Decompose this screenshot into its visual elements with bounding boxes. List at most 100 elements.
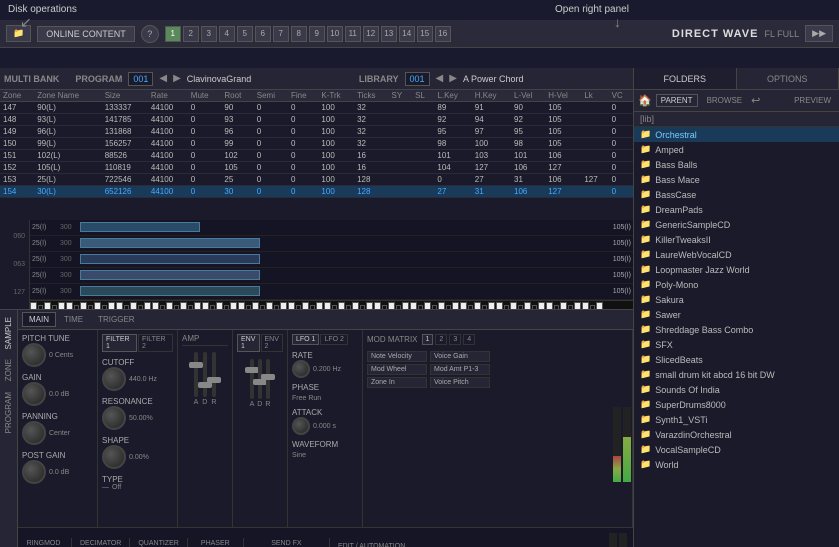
table-row[interactable]: 14790(L)1333374410009000100328991901050 [0, 102, 633, 114]
browser-item[interactable]: 📁Bass Balls [634, 157, 839, 172]
page-1[interactable]: 1 [165, 26, 181, 42]
page-15[interactable]: 15 [417, 26, 433, 42]
piano-key[interactable] [568, 305, 573, 311]
piano-key[interactable] [194, 302, 201, 311]
rp-browse-btn[interactable]: BROWSE [702, 94, 748, 107]
browser-item[interactable]: 📁World [634, 457, 839, 472]
help-button[interactable]: ? [141, 25, 159, 43]
rp-preview-btn[interactable]: PREVIEW [790, 95, 835, 106]
piano-key[interactable] [374, 302, 381, 311]
cutoff-knob[interactable] [102, 367, 126, 391]
prog-prev-arrow[interactable]: ◀ [159, 73, 167, 84]
piano-key[interactable] [560, 302, 567, 311]
table-row[interactable]: 151102(L)8852644100010200100161011031011… [0, 150, 633, 162]
mod-tab-2[interactable]: 2 [435, 334, 447, 345]
browser-item[interactable]: 📁Sounds Of India [634, 382, 839, 397]
side-tab-program[interactable]: PROGRAM [2, 389, 15, 436]
pitch-tune-knob[interactable] [22, 343, 46, 367]
prog-next-arrow[interactable]: ▶ [173, 73, 181, 84]
piano-key[interactable] [66, 302, 73, 311]
mod-dest-1[interactable]: Voice Gain [430, 351, 490, 362]
filter2-tab[interactable]: FILTER 2 [138, 334, 173, 352]
program-number[interactable]: 001 [128, 72, 153, 86]
browser-item[interactable]: 📁SlicedBeats [634, 352, 839, 367]
piano-key[interactable] [238, 302, 245, 311]
piano-key[interactable] [280, 302, 287, 311]
piano-key[interactable] [424, 302, 431, 311]
piano-key[interactable] [518, 305, 523, 311]
piano-key[interactable] [310, 305, 315, 311]
lib-prev-arrow[interactable]: ◀ [436, 73, 444, 84]
piano-key[interactable] [574, 302, 581, 311]
page-10[interactable]: 10 [327, 26, 343, 42]
piano-key[interactable] [474, 302, 481, 311]
mod-source-1[interactable]: Note Velocity [367, 351, 427, 362]
piano-key[interactable] [288, 302, 295, 311]
piano-key[interactable] [88, 305, 93, 311]
piano-key[interactable] [246, 305, 251, 311]
piano-key[interactable] [596, 302, 603, 311]
browser-list[interactable]: 📁Orchestral📁Amped📁Bass Balls📁Bass Mace📁B… [634, 127, 839, 547]
lfo-rate-knob[interactable] [292, 360, 310, 378]
page-8[interactable]: 8 [291, 26, 307, 42]
lfo-attack-knob[interactable] [292, 417, 310, 435]
page-5[interactable]: 5 [237, 26, 253, 42]
table-row[interactable]: 15099(L)15625744100099001003298100981050 [0, 138, 633, 150]
table-row[interactable]: 14996(L)1318684410009600100329597951050 [0, 126, 633, 138]
tab-time[interactable]: TIME [57, 312, 90, 327]
mod-tab-3[interactable]: 3 [449, 334, 461, 345]
piano-key[interactable] [446, 305, 451, 311]
piano-key[interactable] [58, 302, 65, 311]
piano-key[interactable] [166, 302, 173, 311]
piano-key[interactable] [210, 305, 215, 311]
piano-key[interactable] [582, 302, 589, 311]
piano-key[interactable] [80, 302, 87, 311]
piano-key[interactable] [488, 302, 495, 311]
rp-back-icon[interactable]: ↩ [751, 94, 760, 107]
piano-key[interactable] [316, 302, 323, 311]
piano-key[interactable] [52, 305, 57, 311]
library-number[interactable]: 001 [405, 72, 430, 86]
page-14[interactable]: 14 [399, 26, 415, 42]
piano-key[interactable] [252, 302, 259, 311]
piano-key[interactable] [266, 302, 273, 311]
piano-key[interactable] [116, 302, 123, 311]
env1-tab[interactable]: ENV 1 [237, 334, 260, 352]
page-12[interactable]: 12 [363, 26, 379, 42]
table-row[interactable]: 14893(L)1417854410009300100329294921050 [0, 114, 633, 126]
piano-key[interactable] [360, 305, 365, 311]
browser-item[interactable]: 📁VarazdinOrchestral [634, 427, 839, 442]
piano-key[interactable] [224, 305, 229, 311]
piano-key[interactable] [396, 305, 401, 311]
page-6[interactable]: 6 [255, 26, 271, 42]
piano-key[interactable] [554, 305, 559, 311]
resonance-knob[interactable] [102, 406, 126, 430]
browser-item[interactable]: 📁BassCase [634, 187, 839, 202]
piano-key[interactable] [30, 302, 37, 311]
browser-item[interactable]: 📁Amped [634, 142, 839, 157]
browser-item[interactable]: 📁Sawer [634, 307, 839, 322]
gain-knob[interactable] [22, 382, 46, 406]
piano-key[interactable] [382, 305, 387, 311]
piano-key[interactable] [338, 302, 345, 311]
browser-item[interactable]: 📁SFX [634, 337, 839, 352]
piano-key[interactable] [418, 305, 423, 311]
home-icon[interactable]: 🏠 [638, 94, 652, 107]
page-9[interactable]: 9 [309, 26, 325, 42]
piano-key[interactable] [482, 305, 487, 311]
piano-key[interactable] [332, 305, 337, 311]
page-11[interactable]: 11 [345, 26, 361, 42]
piano-key[interactable] [44, 302, 51, 311]
piano-key[interactable] [410, 302, 417, 311]
piano-key[interactable] [74, 305, 79, 311]
page-7[interactable]: 7 [273, 26, 289, 42]
piano-key[interactable] [94, 302, 101, 311]
online-content-button[interactable]: ONLINE CONTENT [37, 26, 135, 42]
lfo2-tab[interactable]: LFO 2 [320, 334, 347, 345]
tab-main[interactable]: MAIN [22, 312, 56, 327]
piano-key[interactable] [438, 302, 445, 311]
piano-key[interactable] [180, 302, 187, 311]
browser-item[interactable]: 📁Loopmaster Jazz World [634, 262, 839, 277]
piano-key[interactable] [590, 305, 595, 311]
piano-key[interactable] [324, 302, 331, 311]
